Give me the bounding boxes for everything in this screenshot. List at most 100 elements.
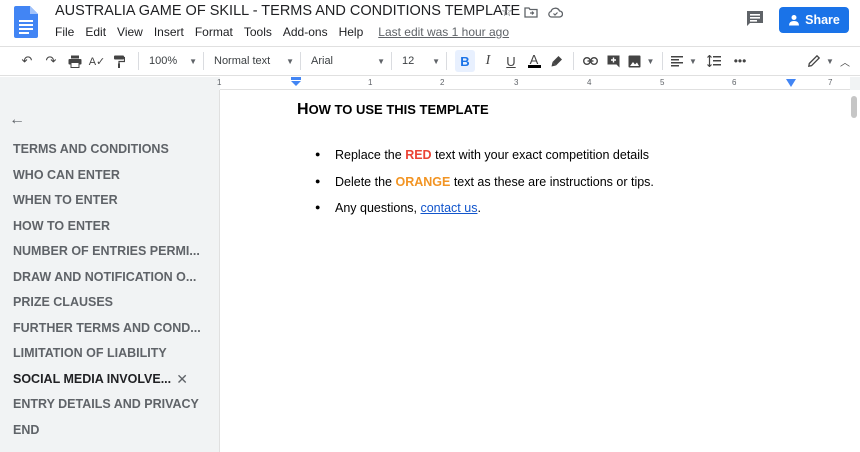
indent-marker-icon[interactable]: [290, 77, 302, 89]
outline-item[interactable]: END: [13, 423, 213, 449]
ruler-number: 7: [828, 78, 833, 87]
menu-format[interactable]: Format: [195, 25, 233, 39]
paragraph-style-dropdown[interactable]: Normal text ▼: [214, 55, 294, 67]
lock-person-icon: [789, 15, 800, 26]
share-label: Share: [805, 13, 840, 27]
insert-link-icon[interactable]: [580, 50, 600, 72]
list-item[interactable]: Any questions, contact us.: [315, 201, 654, 228]
menu-tools[interactable]: Tools: [244, 25, 272, 39]
toolbar-divider: [662, 52, 663, 70]
heading-text: OW TO USE THIS TEMPLATE: [308, 102, 489, 117]
menu-help[interactable]: Help: [339, 25, 364, 39]
title-bar: AUSTRALIA GAME OF SKILL - TERMS AND COND…: [0, 0, 860, 46]
outline-item[interactable]: DRAW AND NOTIFICATION O...: [13, 270, 213, 296]
align-left-icon[interactable]: ▼: [669, 50, 699, 72]
document-canvas[interactable]: [219, 90, 860, 452]
font-size-dropdown[interactable]: 12 ▼: [402, 55, 440, 67]
formatting-toolbar: ↶ ↷ A✓ 100% ▼ Normal text ▼ Arial ▼ 12 ▼ B I…: [0, 46, 860, 76]
toolbar-divider: [138, 52, 139, 70]
ruler-number: 4: [587, 78, 592, 87]
ruler-number: 3: [514, 78, 519, 87]
caret-down-icon: ▼: [189, 56, 197, 66]
outline-item[interactable]: TERMS AND CONDITIONS: [13, 142, 213, 168]
font-dropdown[interactable]: Arial ▼: [311, 55, 385, 67]
toolbar-divider: [446, 52, 447, 70]
caret-down-icon: ▼: [286, 56, 294, 66]
docs-logo-icon[interactable]: [14, 6, 38, 38]
outline-item[interactable]: HOW TO ENTER: [13, 219, 213, 245]
document-heading[interactable]: HOW TO USE THIS TEMPLATE: [297, 101, 489, 119]
menu-file[interactable]: File: [55, 25, 74, 39]
orange-text-run: ORANGE: [395, 174, 451, 189]
spellcheck-icon[interactable]: A✓: [88, 50, 106, 72]
text-run: Replace the: [335, 148, 406, 162]
text-color-icon[interactable]: A: [524, 50, 544, 72]
text-run: text as these are instructions or tips.: [450, 174, 654, 189]
highlight-icon[interactable]: [547, 50, 567, 72]
toolbar-divider: [203, 52, 204, 70]
ruler-bar: 1 1 2 3 4 5 6 7: [0, 77, 860, 90]
toolbar-divider: [573, 52, 574, 70]
underline-icon[interactable]: U: [501, 50, 521, 72]
text-run: text with your exact competition details: [431, 148, 650, 162]
close-icon[interactable]: ✕: [176, 372, 188, 386]
menu-add-ons[interactable]: Add-ons: [283, 25, 328, 39]
insert-comment-icon[interactable]: [603, 50, 623, 72]
instruction-list: Replace the RED text with your exact com…: [315, 148, 654, 228]
menu-view[interactable]: View: [117, 25, 143, 39]
caret-down-icon: ▼: [826, 56, 834, 66]
outline-item-active[interactable]: SOCIAL MEDIA INVOLVE... ✕: [13, 372, 213, 398]
list-item[interactable]: Replace the RED text with your exact com…: [315, 148, 654, 175]
ruler-number: 2: [440, 78, 445, 87]
font-size-value: 12: [402, 55, 415, 67]
outline-item-label: SOCIAL MEDIA INVOLVE...: [13, 371, 172, 386]
horizontal-ruler[interactable]: 1 1 2 3 4 5 6 7: [217, 77, 850, 90]
editing-mode-icon[interactable]: ▼: [806, 50, 836, 72]
last-edit-link[interactable]: Last edit was 1 hour ago: [378, 25, 509, 39]
caret-down-icon: ▼: [377, 56, 385, 66]
caret-down-icon: ▼: [646, 56, 655, 66]
collapse-menus-icon[interactable]: ︿: [838, 50, 852, 72]
undo-icon[interactable]: ↶: [18, 50, 36, 72]
star-icon[interactable]: ☆: [499, 4, 515, 20]
back-arrow-icon[interactable]: ←: [9, 111, 25, 129]
zoom-value: 100%: [149, 55, 178, 67]
comment-history-icon[interactable]: [745, 10, 765, 28]
document-outline-panel: ← TERMS AND CONDITIONS WHO CAN ENTER WHE…: [0, 90, 219, 452]
document-title[interactable]: AUSTRALIA GAME OF SKILL - TERMS AND COND…: [55, 3, 520, 19]
share-button[interactable]: Share: [779, 7, 849, 33]
heading-initial: H: [297, 101, 309, 118]
zoom-dropdown[interactable]: 100% ▼: [149, 55, 197, 67]
right-indent-marker-icon[interactable]: [786, 79, 796, 88]
caret-down-icon: ▼: [432, 56, 440, 66]
outline-item[interactable]: PRIZE CLAUSES: [13, 295, 213, 321]
toolbar-divider: [300, 52, 301, 70]
outline-item[interactable]: ENTRY DETAILS AND PRIVACY: [13, 397, 213, 423]
text-run: Delete the: [335, 174, 396, 189]
menu-edit[interactable]: Edit: [85, 25, 106, 39]
vertical-scrollbar[interactable]: [851, 96, 857, 118]
menu-bar: File Edit View Insert Format Tools Add-o…: [55, 25, 520, 39]
italic-icon[interactable]: I: [478, 50, 498, 72]
menu-insert[interactable]: Insert: [154, 25, 184, 39]
ruler-number: 1: [217, 78, 222, 87]
redo-icon[interactable]: ↷: [42, 50, 60, 72]
insert-image-icon[interactable]: ▼: [626, 50, 656, 72]
ruler-number: 1: [368, 78, 373, 87]
line-spacing-icon[interactable]: [703, 50, 725, 72]
outline-item[interactable]: LIMITATION OF LIABILITY: [13, 346, 213, 372]
outline-item[interactable]: WHEN TO ENTER: [13, 193, 213, 219]
more-options-icon[interactable]: •••: [729, 50, 751, 72]
style-value: Normal text: [214, 55, 271, 67]
contact-us-link[interactable]: contact us: [420, 201, 477, 215]
paint-format-icon[interactable]: [110, 50, 128, 72]
print-icon[interactable]: [66, 50, 84, 72]
outline-item[interactable]: NUMBER OF ENTRIES PERMI...: [13, 244, 213, 270]
list-item[interactable]: Delete the ORANGE text as these are inst…: [315, 175, 654, 202]
cloud-status-icon[interactable]: [547, 4, 563, 20]
ruler-number: 5: [660, 78, 665, 87]
outline-item[interactable]: FURTHER TERMS AND COND...: [13, 321, 213, 347]
bold-icon[interactable]: B: [455, 50, 475, 72]
move-to-folder-icon[interactable]: [523, 4, 539, 20]
outline-item[interactable]: WHO CAN ENTER: [13, 168, 213, 194]
